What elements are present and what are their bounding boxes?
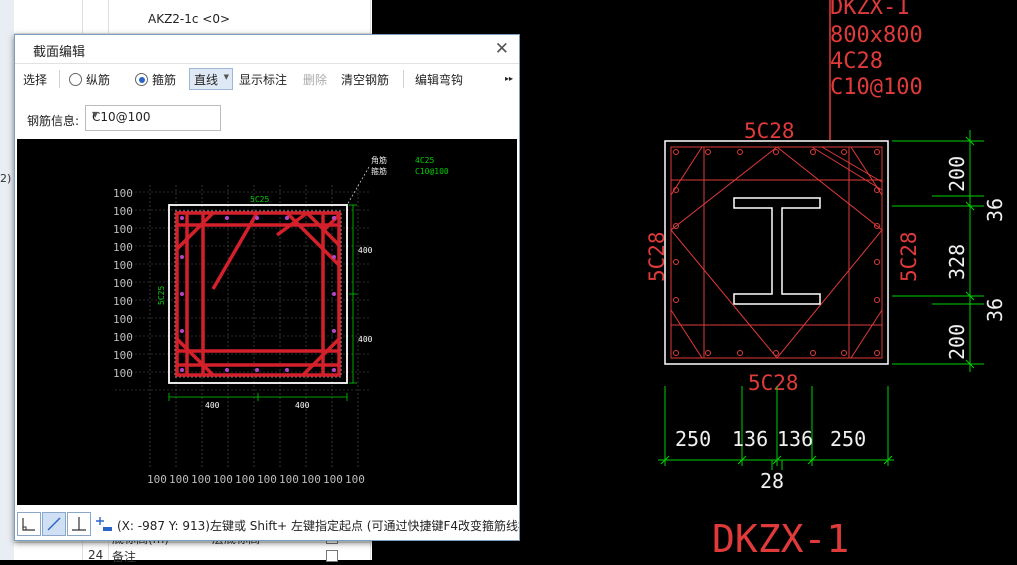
svg-text:100: 100 [113,295,133,308]
svg-text:100: 100 [213,473,233,486]
dropdown-arrow-icon: ▼ [223,73,229,81]
cad-dim-bottom-2: 136 [732,427,768,451]
cad-dim-right-2: 36 [983,198,1007,222]
section-top-label: 5C25 [250,195,269,204]
cad-top-label-1: DKZX-1 [830,0,909,20]
cad-top-label-3: 4C28 [830,49,883,74]
cad-dim-bottom-1: 250 [675,427,711,451]
rebar-info-select[interactable]: C10@100 ▼ [85,105,221,131]
diagonal-line-icon [47,517,61,531]
svg-text:100: 100 [113,313,133,326]
svg-text:100: 100 [113,205,133,218]
svg-text:100: 100 [147,473,167,486]
more-icon[interactable]: ▸▸ [505,74,513,83]
add-segment-icon [96,517,112,531]
cad-dim-bottom-3: 136 [777,427,813,451]
rebar-info-label: 钢筋信息: [27,114,80,128]
cad-dim-right-1: 200 [945,156,969,192]
legend-stirrup: 箍筋 [371,166,387,176]
section-canvas[interactable]: 100 100 100 100 100 100 100 100 100 100 … [17,139,517,505]
panel-gutter [0,0,14,560]
cad-right-rebar-label: 5C28 [897,231,921,282]
svg-text:100: 100 [113,187,133,200]
stirrup-radio[interactable]: 箍筋 [135,71,176,88]
section-edit-dialog: 截面编辑 ✕ 选择 纵筋 箍筋 直线 ▼ 显示标注 删除 清空钢筋 编辑弯钩 ▸… [14,34,520,541]
row-checkbox[interactable] [326,550,338,562]
cad-component-name: DKZX-1 [712,517,849,560]
svg-text:100: 100 [113,367,133,380]
longitudinal-radio[interactable]: 纵筋 [69,71,110,88]
cad-dim-right-4: 36 [983,298,1007,322]
cad-top-rebar-label: 5C28 [744,119,795,143]
table-row[interactable]: 24 备注 [82,548,370,564]
cad-dim-bottom-sub: 28 [760,469,784,493]
svg-text:100: 100 [113,277,133,290]
perpendicular-mode-button[interactable] [67,512,91,536]
dialog-statusbar: (X: -987 Y: 913)左键或 Shift+ 左键指定起点 (可通过快捷… [15,508,519,540]
select-button[interactable]: 选择 [23,71,47,88]
svg-text:100: 100 [345,473,365,486]
cad-bottom-rebar-label: 5C28 [748,371,799,395]
cad-dim-right-5: 200 [945,324,969,360]
svg-text:100: 100 [279,473,299,486]
section-left-label: 5C25 [157,286,166,305]
line-mode-button[interactable] [42,512,66,536]
radio-icon [69,73,82,86]
cad-dim-right-3: 328 [945,244,969,280]
close-icon[interactable]: ✕ [495,39,509,59]
line-dropdown[interactable]: 直线 ▼ [189,68,233,90]
component-item[interactable]: AKZ2-1c <0> [148,12,230,26]
edit-hook-button[interactable]: 编辑弯钩 [415,71,463,88]
cad-top-label-2: 800x800 [830,23,923,48]
section-dim-bottom-1: 400 [205,401,220,410]
panel-edge-text: 2) [0,172,12,185]
svg-text:100: 100 [113,349,133,362]
chevron-down-icon: ▼ [92,110,99,119]
dialog-title: 截面编辑 [33,45,86,60]
svg-text:100: 100 [323,473,343,486]
legend-corner-val: 4C25 [415,156,434,165]
svg-text:100: 100 [113,241,133,254]
legend-stirrup-val: C10@100 [415,167,449,176]
status-text: (X: -987 Y: 913)左键或 Shift+ 左键指定起点 (可通过快捷… [117,519,519,533]
svg-text:100: 100 [235,473,255,486]
svg-text:100: 100 [113,223,133,236]
legend-corner: 角筋 [371,155,387,165]
perpendicular-icon [72,517,86,531]
svg-text:100: 100 [113,331,133,344]
dialog-toolbar: 选择 纵筋 箍筋 直线 ▼ 显示标注 删除 清空钢筋 编辑弯钩 ▸▸ [15,63,519,95]
section-dim-right-2: 400 [358,335,373,344]
svg-text:100: 100 [301,473,321,486]
section-dim-right-1: 400 [358,246,373,255]
svg-text:100: 100 [257,473,277,486]
clear-rebar-button[interactable]: 清空钢筋 [341,71,389,88]
section-dim-bottom-2: 400 [295,401,310,410]
show-annotation-button[interactable]: 显示标注 [239,71,287,88]
svg-text:100: 100 [191,473,211,486]
section-drawing: 100 100 100 100 100 100 100 100 100 100 … [113,155,449,486]
orthogonal-mode-button[interactable] [17,512,41,536]
svg-text:100: 100 [169,473,189,486]
cad-top-label-4: C10@100 [830,75,923,100]
dialog-body: 钢筋信息: C10@100 ▼ 100 100 100 100 100 100 [15,94,519,540]
delete-button[interactable]: 删除 [303,71,327,88]
cad-dim-bottom-4: 250 [830,427,866,451]
radio-selected-icon [135,73,148,86]
add-point-button[interactable] [92,512,116,536]
corner-icon [22,518,35,531]
svg-text:100: 100 [113,259,133,272]
